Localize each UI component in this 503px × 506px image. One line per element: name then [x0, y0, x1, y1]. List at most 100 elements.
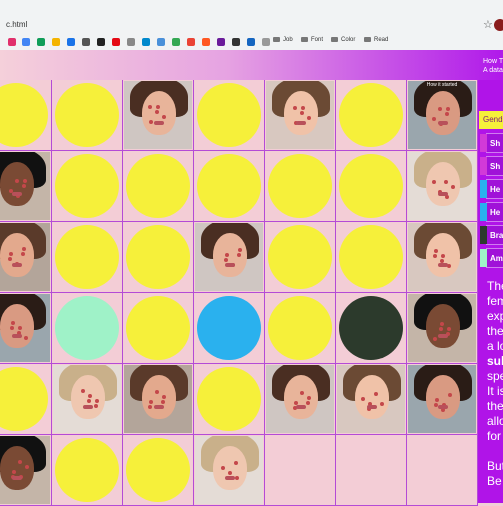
profile-avatar[interactable] [494, 19, 503, 31]
telegram-icon[interactable] [142, 38, 150, 46]
yellow-circle-cell[interactable] [123, 293, 194, 364]
bookmark-folder-read[interactable]: Read [364, 37, 388, 43]
maps-icon[interactable] [172, 38, 180, 46]
photo-cell[interactable] [407, 293, 478, 364]
yellow-circle[interactable] [197, 83, 261, 147]
netflix-icon[interactable] [112, 38, 120, 46]
yellow-circle-cell[interactable] [52, 222, 123, 293]
bookmark-icon[interactable] [247, 38, 255, 46]
bookmark-icon[interactable] [262, 38, 270, 46]
photo-cell[interactable] [52, 364, 123, 435]
bookmark-icon[interactable] [67, 38, 75, 46]
photo-cell[interactable] [194, 222, 265, 293]
bookmark-icon[interactable] [232, 38, 240, 46]
photo-cell[interactable] [0, 293, 52, 364]
yellow-circle-cell[interactable] [336, 151, 407, 222]
yellow-circle[interactable] [339, 83, 403, 147]
yellow-circle[interactable] [55, 438, 119, 502]
yellow-circle[interactable] [197, 154, 261, 218]
bookmark-icon[interactable] [217, 38, 225, 46]
photo-cell[interactable] [194, 435, 265, 506]
photo-cell[interactable] [123, 80, 194, 151]
yellow-circle[interactable] [55, 225, 119, 289]
blue-circle[interactable] [197, 296, 261, 360]
blemish [306, 401, 310, 405]
yellow-circle-cell[interactable] [265, 293, 336, 364]
bookmark-icon[interactable] [97, 38, 105, 46]
dark-circle-cell[interactable] [336, 293, 407, 364]
photo-cell[interactable] [0, 151, 52, 222]
photo-cell[interactable] [265, 364, 336, 435]
legend-item[interactable]: Bra [480, 225, 503, 245]
bookmark-icon[interactable] [127, 38, 135, 46]
yellow-circle-cell[interactable] [123, 435, 194, 506]
bookmark-folder-font[interactable]: Font [301, 37, 323, 43]
photo-cell[interactable] [0, 435, 52, 506]
yellow-circle-cell[interactable] [194, 151, 265, 222]
yellow-circle[interactable] [0, 83, 48, 147]
photo-cell[interactable] [407, 364, 478, 435]
legend-item[interactable]: He [480, 202, 503, 222]
yellow-circle[interactable] [268, 296, 332, 360]
yellow-circle[interactable] [268, 154, 332, 218]
yellow-circle-cell[interactable] [123, 151, 194, 222]
yellow-circle-cell[interactable] [336, 222, 407, 293]
bookmark-folder-color[interactable]: Color [331, 37, 355, 43]
blemish [235, 476, 239, 480]
photo-cell[interactable]: How it started [407, 80, 478, 151]
yellow-circle[interactable] [126, 438, 190, 502]
yellow-circle[interactable] [0, 367, 48, 431]
yellow-circle[interactable] [339, 154, 403, 218]
yellow-circle-cell[interactable] [194, 364, 265, 435]
legend-swatch [480, 249, 487, 267]
yellow-circle-cell[interactable] [265, 222, 336, 293]
photo-cell[interactable] [407, 222, 478, 293]
bookmark-icon[interactable] [202, 38, 210, 46]
bookmark-star-icon[interactable]: ☆ [483, 18, 493, 31]
yellow-circle-cell[interactable] [336, 80, 407, 151]
yellow-circle[interactable] [126, 296, 190, 360]
mint-circle-cell[interactable] [52, 293, 123, 364]
yellow-circle-cell[interactable] [265, 151, 336, 222]
yellow-circle-cell[interactable] [0, 80, 52, 151]
yellow-circle-cell[interactable] [194, 80, 265, 151]
yellow-circle[interactable] [55, 154, 119, 218]
face [142, 375, 176, 419]
legend-item[interactable]: Sh [480, 133, 503, 153]
legend-item[interactable]: Sh [480, 156, 503, 176]
yellow-circle[interactable] [339, 225, 403, 289]
photo-cell[interactable] [0, 222, 52, 293]
instagram-icon[interactable] [8, 38, 16, 46]
gender-filter[interactable]: Gend [478, 110, 503, 130]
yellow-circle-cell[interactable] [52, 80, 123, 151]
address-bar[interactable]: c.html ☆ [0, 17, 503, 35]
blue-circle-cell[interactable] [194, 293, 265, 364]
legend-item[interactable]: He [480, 179, 503, 199]
yellow-circle[interactable] [268, 225, 332, 289]
bookmark-icon[interactable] [52, 38, 60, 46]
photo-cell[interactable] [265, 80, 336, 151]
description-line: allo [487, 414, 503, 428]
yellow-circle-cell[interactable] [52, 151, 123, 222]
dark-circle[interactable] [339, 296, 403, 360]
drive-icon[interactable] [37, 38, 45, 46]
yellow-circle[interactable] [55, 83, 119, 147]
yellow-circle[interactable] [126, 225, 190, 289]
yellow-circle[interactable] [197, 367, 261, 431]
url-text[interactable]: c.html [6, 20, 27, 29]
photo-cell[interactable] [336, 364, 407, 435]
yellow-circle-cell[interactable] [52, 435, 123, 506]
blemish [433, 254, 437, 258]
photo-cell[interactable] [123, 364, 194, 435]
yellow-circle-cell[interactable] [123, 222, 194, 293]
yellow-circle-cell[interactable] [0, 364, 52, 435]
mint-circle[interactable] [55, 296, 119, 360]
bookmark-icon[interactable] [22, 38, 30, 46]
legend-item[interactable]: Am [480, 248, 503, 268]
bookmark-icon[interactable] [82, 38, 90, 46]
photo-cell[interactable] [407, 151, 478, 222]
bookmark-folder-job[interactable]: Job [273, 37, 293, 43]
yellow-circle[interactable] [126, 154, 190, 218]
bookmark-icon[interactable] [157, 38, 165, 46]
bookmark-icon[interactable] [187, 38, 195, 46]
